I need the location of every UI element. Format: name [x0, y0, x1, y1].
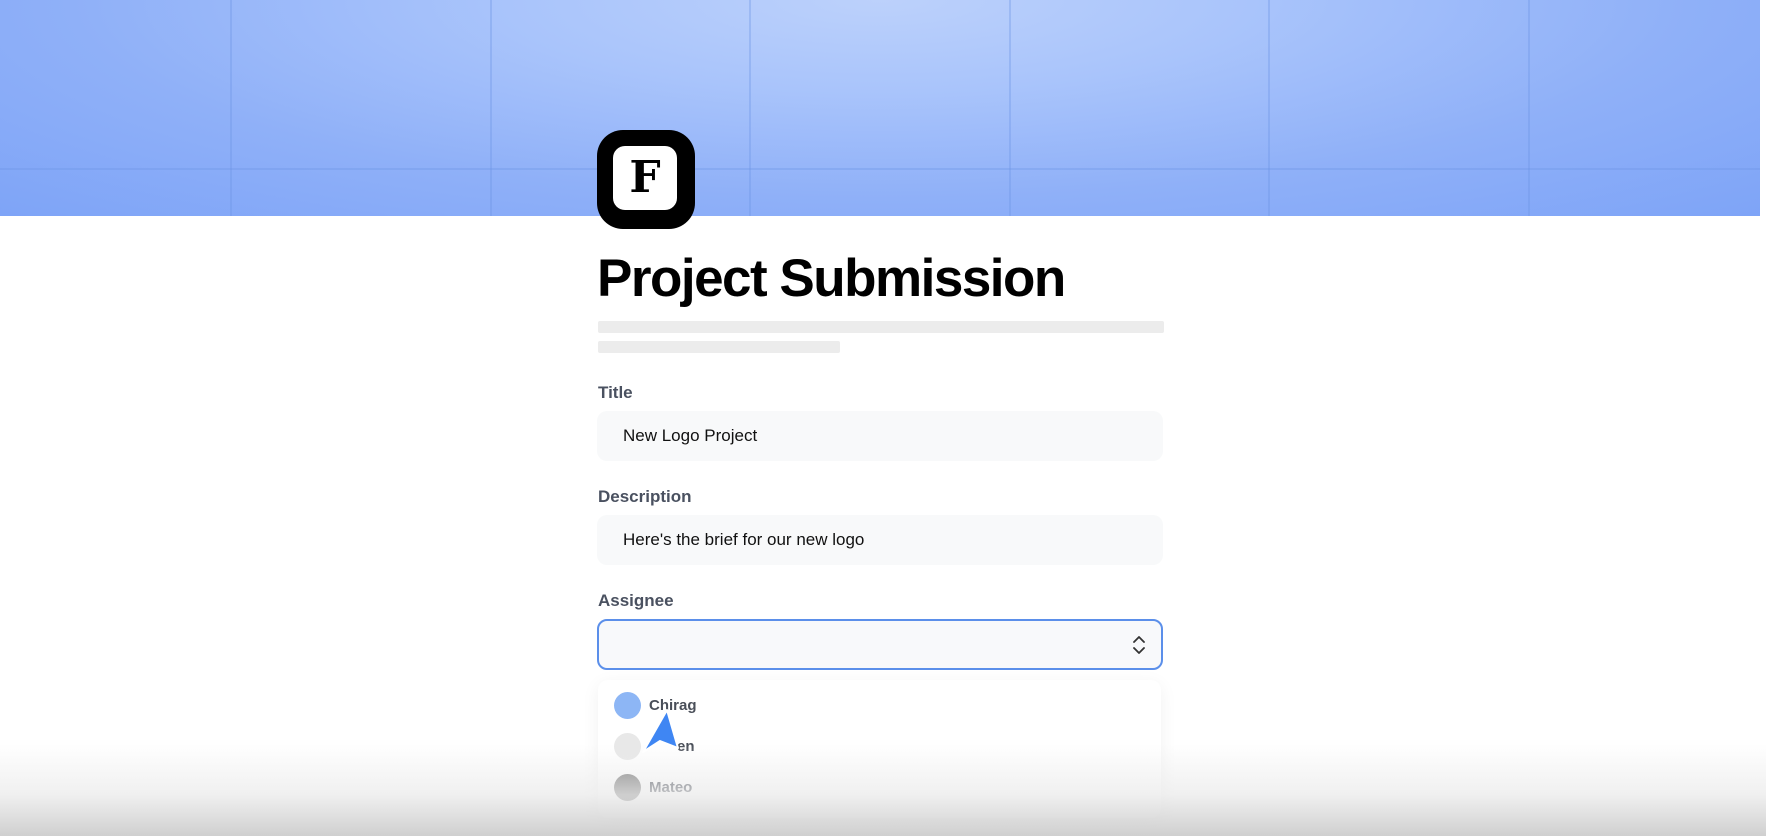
description-input[interactable]: Here's the brief for our new logo: [597, 515, 1163, 565]
description-label: Description: [598, 487, 692, 506]
header-banner: [0, 0, 1760, 216]
pointer-arrow-icon: [642, 709, 679, 753]
avatar: [614, 691, 641, 719]
assignee-label: Assignee: [598, 591, 674, 610]
assignee-dropdown: Chirag en Mateo: [598, 680, 1161, 818]
banner-grid-line: [1009, 0, 1011, 216]
title-label: Title: [598, 383, 633, 402]
avatar: [614, 732, 641, 760]
banner-grid-line: [749, 0, 751, 216]
banner-grid-line: [0, 168, 1760, 170]
assignee-option[interactable]: Mateo: [614, 773, 692, 801]
chevron-up-down-icon: [1133, 636, 1145, 654]
banner-grid-line: [1268, 0, 1270, 216]
avatar: [614, 773, 641, 801]
description-placeholder-line: [598, 341, 840, 353]
title-input[interactable]: New Logo Project: [597, 411, 1163, 461]
page-title: Project Submission: [597, 249, 1066, 308]
page: F Project Submission Title New Logo Proj…: [0, 0, 1766, 836]
banner-grid-line: [1528, 0, 1530, 216]
banner-grid-line: [230, 0, 232, 216]
banner-grid-line: [490, 0, 492, 216]
assignee-select[interactable]: [597, 619, 1163, 670]
logo-letter: F: [613, 146, 677, 210]
option-label: Mateo: [649, 778, 693, 796]
description-placeholder-line: [598, 321, 1164, 333]
framer-f-logo-icon: F: [597, 130, 695, 229]
